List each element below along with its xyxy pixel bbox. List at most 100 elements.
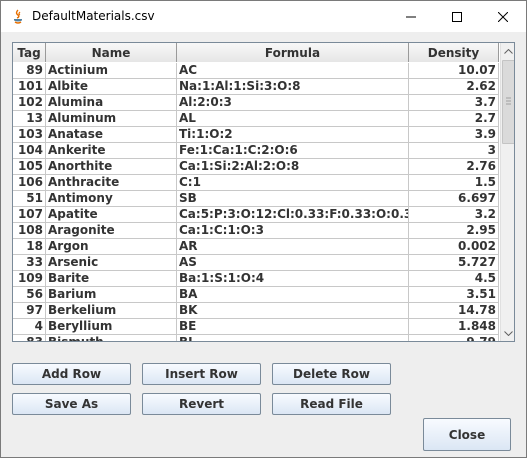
minimize-button[interactable] (388, 1, 434, 32)
cell-density[interactable]: 3.7 (409, 95, 499, 110)
cell-formula[interactable]: BE (177, 319, 409, 334)
cell-name[interactable]: Beryllium (46, 319, 177, 334)
scroll-up-button[interactable] (501, 43, 514, 59)
cell-name[interactable]: Anatase (46, 127, 177, 142)
cell-formula[interactable]: AL (177, 111, 409, 126)
scroll-down-button[interactable] (501, 325, 514, 341)
cell-tag[interactable]: 105 (13, 159, 46, 174)
column-header-name[interactable]: Name (46, 43, 177, 62)
table-row[interactable]: 56 Barium BA 3.51 (13, 287, 499, 303)
table-row[interactable]: 33 Arsenic AS 5.727 (13, 255, 499, 271)
title-bar[interactable]: DefaultMaterials.csv (1, 1, 526, 32)
table-row[interactable]: 18 Argon AR 0.002 (13, 239, 499, 255)
cell-tag[interactable]: 102 (13, 95, 46, 110)
cell-name[interactable]: Argon (46, 239, 177, 254)
cell-tag[interactable]: 18 (13, 239, 46, 254)
maximize-button[interactable] (434, 1, 480, 32)
cell-name[interactable]: Anthracite (46, 175, 177, 190)
close-window-button[interactable] (480, 1, 526, 32)
table-row[interactable]: 104 Ankerite Fe:1:Ca:1:C:2:O:6 3 (13, 143, 499, 159)
table-row[interactable]: 108 Aragonite Ca:1:C:1:O:3 2.95 (13, 223, 499, 239)
cell-tag[interactable]: 108 (13, 223, 46, 238)
cell-formula[interactable]: Ca:1:Si:2:Al:2:O:8 (177, 159, 409, 174)
cell-formula[interactable]: Ca:5:P:3:O:12:Cl:0.33:F:0.33:O:0.3... (177, 207, 409, 222)
table-row[interactable]: 105 Anorthite Ca:1:Si:2:Al:2:O:8 2.76 (13, 159, 499, 175)
scrollbar-thumb[interactable] (502, 60, 514, 144)
table-row[interactable]: 102 Alumina Al:2:0:3 3.7 (13, 95, 499, 111)
cell-density[interactable]: 3.9 (409, 127, 499, 142)
table-row[interactable]: 107 Apatite Ca:5:P:3:O:12:Cl:0.33:F:0.33:O… (13, 207, 499, 223)
cell-formula[interactable]: Ba:1:S:1:O:4 (177, 271, 409, 286)
cell-density[interactable]: 6.697 (409, 191, 499, 206)
cell-name[interactable]: Arsenic (46, 255, 177, 270)
table-row[interactable]: 101 Albite Na:1:Al:1:Si:3:O:8 2.62 (13, 79, 499, 95)
cell-tag[interactable]: 13 (13, 111, 46, 126)
cell-tag[interactable]: 56 (13, 287, 46, 302)
column-header-density[interactable]: Density (409, 43, 499, 62)
cell-tag[interactable]: 4 (13, 319, 46, 334)
table-row[interactable]: 103 Anatase Ti:1:O:2 3.9 (13, 127, 499, 143)
cell-name[interactable]: Alumina (46, 95, 177, 110)
cell-formula[interactable]: AR (177, 239, 409, 254)
cell-density[interactable]: 1.848 (409, 319, 499, 334)
cell-formula[interactable]: Ca:1:C:1:O:3 (177, 223, 409, 238)
cell-name[interactable]: Bismuth (46, 335, 177, 341)
cell-tag[interactable]: 109 (13, 271, 46, 286)
table-row[interactable]: 51 Antimony SB 6.697 (13, 191, 499, 207)
cell-tag[interactable]: 101 (13, 79, 46, 94)
cell-tag[interactable]: 106 (13, 175, 46, 190)
cell-tag[interactable]: 103 (13, 127, 46, 142)
cell-formula[interactable]: SB (177, 191, 409, 206)
cell-tag[interactable]: 107 (13, 207, 46, 222)
cell-name[interactable]: Anorthite (46, 159, 177, 174)
cell-density[interactable]: 2.95 (409, 223, 499, 238)
column-header-tag[interactable]: Tag (13, 43, 46, 62)
cell-formula[interactable]: Al:2:0:3 (177, 95, 409, 110)
cell-name[interactable]: Aluminum (46, 111, 177, 126)
save-as-button[interactable]: Save As (12, 393, 131, 415)
cell-name[interactable]: Ankerite (46, 143, 177, 158)
read-file-button[interactable]: Read File (272, 393, 391, 415)
cell-tag[interactable]: 33 (13, 255, 46, 270)
close-button[interactable]: Close (423, 418, 511, 451)
table-row[interactable]: 97 Berkelium BK 14.78 (13, 303, 499, 319)
cell-formula[interactable]: BI (177, 335, 409, 341)
cell-density[interactable]: 9.79 (409, 335, 499, 341)
cell-tag[interactable]: 104 (13, 143, 46, 158)
cell-formula[interactable]: AS (177, 255, 409, 270)
cell-formula[interactable]: Fe:1:Ca:1:C:2:O:6 (177, 143, 409, 158)
cell-formula[interactable]: BK (177, 303, 409, 318)
table-row[interactable]: 89 Actinium AC 10.07 (13, 63, 499, 79)
cell-density[interactable]: 1.5 (409, 175, 499, 190)
table-row[interactable]: 4 Beryllium BE 1.848 (13, 319, 499, 335)
cell-name[interactable]: Berkelium (46, 303, 177, 318)
cell-tag[interactable]: 51 (13, 191, 46, 206)
cell-density[interactable]: 2.62 (409, 79, 499, 94)
insert-row-button[interactable]: Insert Row (142, 363, 261, 385)
cell-name[interactable]: Barium (46, 287, 177, 302)
cell-density[interactable]: 3.51 (409, 287, 499, 302)
table-row[interactable]: 83 Bismuth BI 9.79 (13, 335, 499, 341)
cell-density[interactable]: 2.76 (409, 159, 499, 174)
cell-density[interactable]: 14.78 (409, 303, 499, 318)
cell-name[interactable]: Aragonite (46, 223, 177, 238)
delete-row-button[interactable]: Delete Row (272, 363, 391, 385)
cell-formula[interactable]: AC (177, 63, 409, 78)
cell-density[interactable]: 10.07 (409, 63, 499, 78)
add-row-button[interactable]: Add Row (12, 363, 131, 385)
column-header-formula[interactable]: Formula (177, 43, 409, 62)
cell-name[interactable]: Antimony (46, 191, 177, 206)
cell-density[interactable]: 0.002 (409, 239, 499, 254)
cell-name[interactable]: Actinium (46, 63, 177, 78)
cell-name[interactable]: Albite (46, 79, 177, 94)
cell-formula[interactable]: Ti:1:O:2 (177, 127, 409, 142)
cell-density[interactable]: 3 (409, 143, 499, 158)
cell-tag[interactable]: 89 (13, 63, 46, 78)
cell-tag[interactable]: 83 (13, 335, 46, 341)
cell-density[interactable]: 2.7 (409, 111, 499, 126)
cell-name[interactable]: Barite (46, 271, 177, 286)
cell-density[interactable]: 3.2 (409, 207, 499, 222)
cell-formula[interactable]: C:1 (177, 175, 409, 190)
cell-density[interactable]: 5.727 (409, 255, 499, 270)
cell-tag[interactable]: 97 (13, 303, 46, 318)
